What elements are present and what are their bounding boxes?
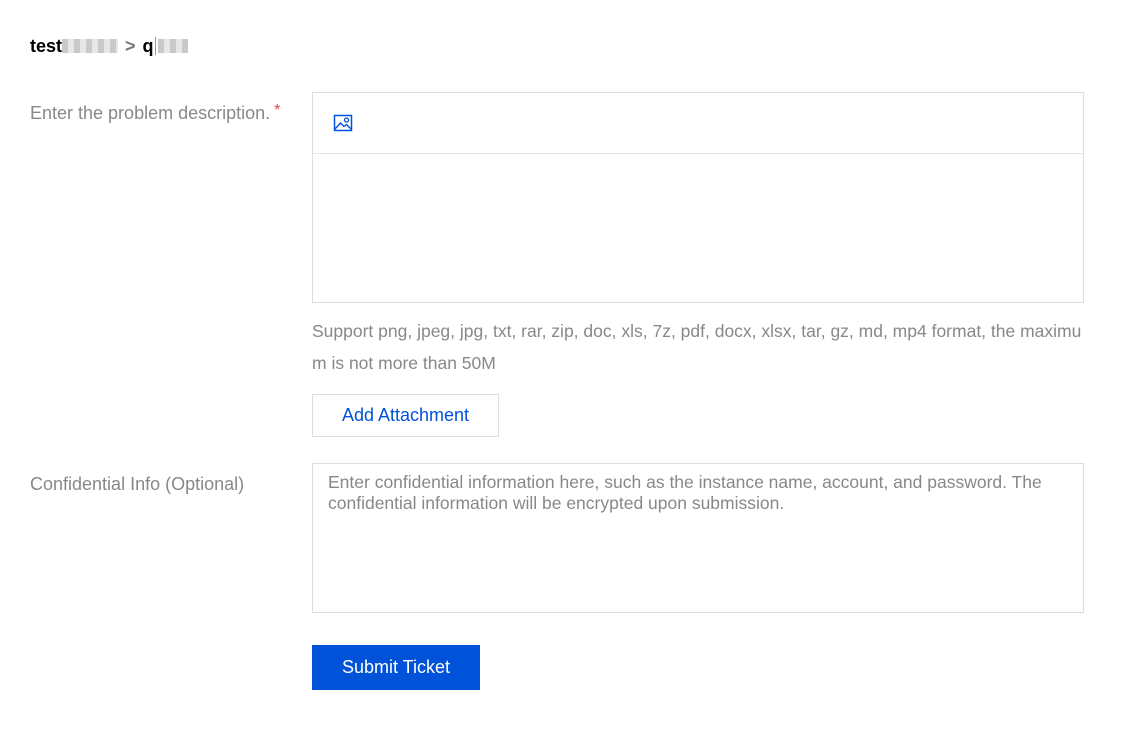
add-attachment-button[interactable]: Add Attachment bbox=[312, 394, 499, 437]
breadcrumb-separator: > bbox=[125, 35, 136, 56]
description-label-text: Enter the problem description. bbox=[30, 103, 271, 123]
required-mark: * bbox=[274, 102, 281, 119]
redacted-text bbox=[157, 39, 188, 53]
ticket-form-page: test > q Enter the problem description. *… bbox=[0, 0, 1136, 737]
breadcrumb-parent[interactable]: test bbox=[30, 36, 62, 57]
submit-ticket-button[interactable]: Submit Ticket bbox=[312, 645, 480, 690]
text-caret bbox=[154, 37, 156, 55]
confidential-info-textarea[interactable] bbox=[312, 463, 1084, 613]
description-editor[interactable] bbox=[312, 92, 1084, 303]
breadcrumb: test > q bbox=[30, 34, 188, 58]
image-insert-icon[interactable] bbox=[333, 113, 353, 133]
confidential-label: Confidential Info (Optional) bbox=[30, 474, 245, 494]
breadcrumb-current: q bbox=[142, 35, 154, 56]
redacted-text bbox=[62, 39, 119, 53]
editor-toolbar bbox=[313, 93, 1083, 154]
description-label: Enter the problem description. * bbox=[30, 102, 281, 124]
attachment-support-text: Support png, jpeg, jpg, txt, rar, zip, d… bbox=[312, 321, 1082, 373]
editor-content-area[interactable] bbox=[313, 154, 1083, 302]
